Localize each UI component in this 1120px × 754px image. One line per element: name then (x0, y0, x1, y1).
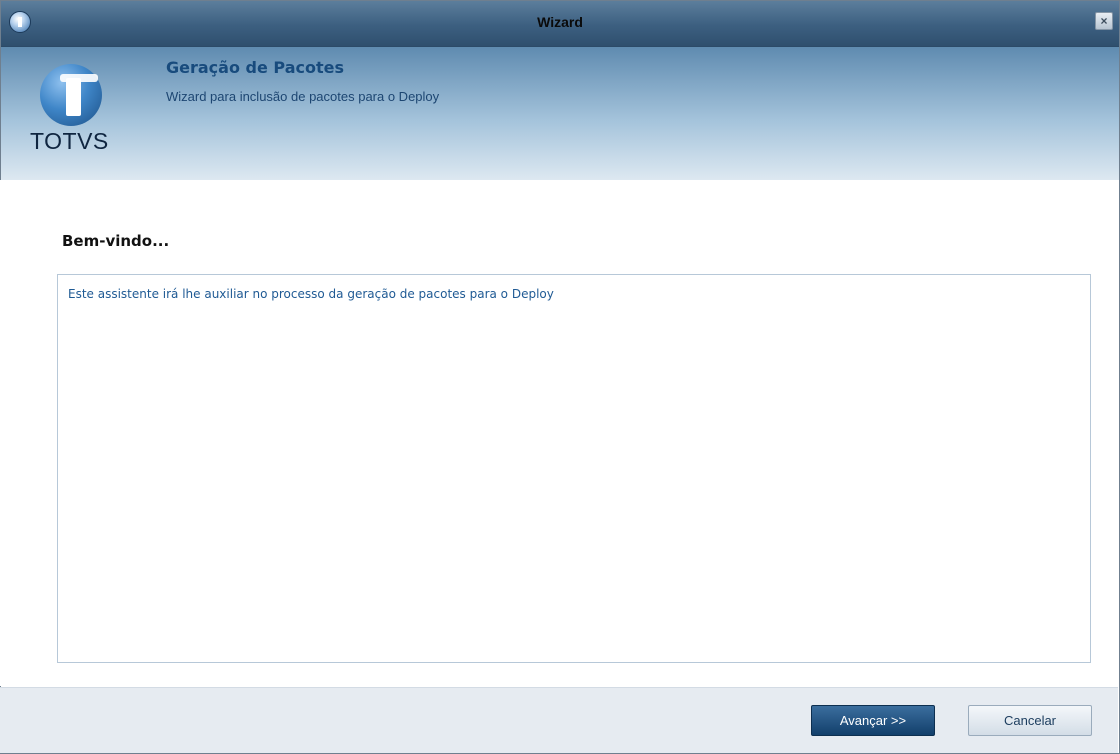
cancel-button[interactable]: Cancelar (968, 705, 1092, 736)
logo-text: TOTVS (30, 128, 109, 154)
description-text: Este assistente irá lhe auxiliar no proc… (68, 287, 554, 301)
description-box (57, 274, 1091, 663)
window-title: Wizard (537, 14, 583, 30)
wizard-title: Geração de Pacotes (166, 58, 344, 77)
footer-bar (0, 687, 1118, 753)
title-bar[interactable]: Wizard × (1, 1, 1119, 47)
welcome-heading: Bem-vindo... (62, 232, 170, 250)
next-button[interactable]: Avançar >> (811, 705, 935, 736)
totvs-logo-t-stem (66, 78, 81, 116)
close-icon[interactable]: × (1095, 12, 1113, 30)
wizard-subtitle: Wizard para inclusão de pacotes para o D… (166, 89, 440, 104)
